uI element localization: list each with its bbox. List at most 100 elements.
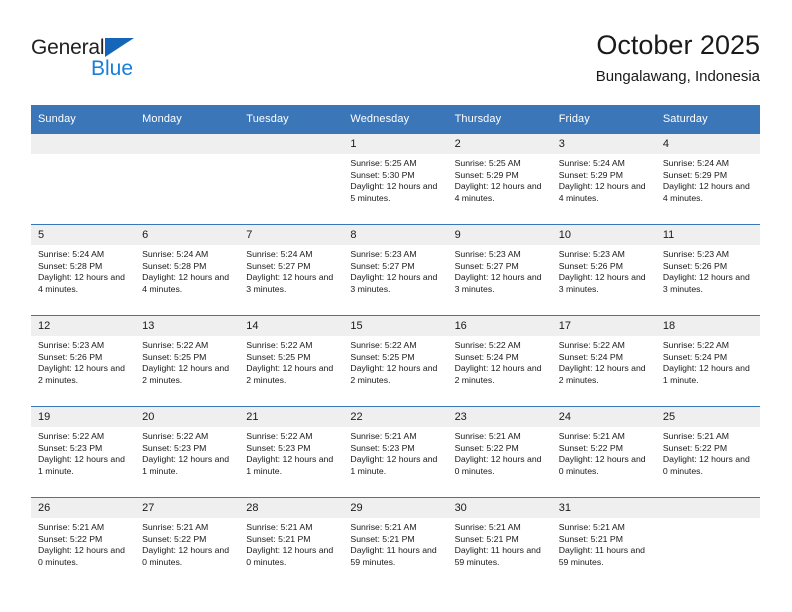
day-details: Sunrise: 5:22 AM Sunset: 5:24 PM Daylight:…	[656, 336, 760, 386]
day-details: Sunrise: 5:21 AM Sunset: 5:22 PM Daylight:…	[135, 518, 239, 568]
day-number: 31	[551, 498, 656, 518]
calendar-header-row: Sunday Monday Tuesday Wednesday Thursday…	[31, 105, 760, 134]
calendar-day-cell[interactable]: 21 Sunrise: 5:22 AM Sunset: 5:23 PM Dayligh…	[239, 406, 344, 498]
calendar-day-cell[interactable]: 14 Sunrise: 5:22 AM Sunset: 5:25 PM Dayligh…	[239, 315, 344, 407]
weekday-header-monday: Monday	[135, 105, 240, 134]
calendar-day-cell[interactable]: 30 Sunrise: 5:21 AM Sunset: 5:21 PM Dayligh…	[447, 497, 552, 588]
day-number: 16	[447, 316, 552, 336]
day-details: Sunrise: 5:21 AM Sunset: 5:22 PM Daylight:…	[656, 427, 760, 477]
sunset-text: Sunset: 5:26 PM	[38, 351, 103, 362]
weekday-header-thursday: Thursday	[447, 105, 552, 134]
daylight-text: Daylight: 12 hours and 1 minute.	[246, 454, 334, 476]
sunrise-text: Sunrise: 5:23 AM	[558, 249, 625, 259]
calendar-day-cell[interactable]: 20 Sunrise: 5:22 AM Sunset: 5:23 PM Dayligh…	[135, 406, 240, 498]
calendar-day-cell[interactable]: 22 Sunrise: 5:21 AM Sunset: 5:23 PM Dayligh…	[343, 406, 448, 498]
day-details: Sunrise: 5:22 AM Sunset: 5:23 PM Daylight:…	[239, 427, 343, 477]
daylight-text: Daylight: 12 hours and 0 minutes.	[246, 545, 334, 567]
day-details: Sunrise: 5:22 AM Sunset: 5:25 PM Daylight:…	[343, 336, 447, 386]
calendar-day-cell[interactable]: 16 Sunrise: 5:22 AM Sunset: 5:24 PM Dayligh…	[447, 315, 552, 407]
day-number: 22	[343, 407, 448, 427]
calendar-day-cell[interactable]: 27 Sunrise: 5:21 AM Sunset: 5:22 PM Dayligh…	[135, 497, 240, 588]
sunrise-text: Sunrise: 5:22 AM	[350, 340, 417, 350]
sunrise-text: Sunrise: 5:22 AM	[38, 431, 105, 441]
daylight-text: Daylight: 12 hours and 4 minutes.	[558, 181, 646, 203]
day-details: Sunrise: 5:21 AM Sunset: 5:22 PM Daylight:…	[31, 518, 135, 568]
calendar-week-row: 1 Sunrise: 5:25 AM Sunset: 5:30 PM Daylight…	[31, 133, 760, 225]
weekday-header-sunday: Sunday	[31, 105, 136, 134]
calendar-day-cell[interactable]: 7 Sunrise: 5:24 AM Sunset: 5:27 PM Daylight…	[239, 224, 344, 316]
sunrise-text: Sunrise: 5:21 AM	[454, 522, 521, 532]
sunrise-text: Sunrise: 5:22 AM	[142, 431, 209, 441]
calendar-day-cell[interactable]: 26 Sunrise: 5:21 AM Sunset: 5:22 PM Dayligh…	[31, 497, 136, 588]
sunrise-text: Sunrise: 5:23 AM	[662, 249, 730, 259]
calendar-day-cell[interactable]: 1 Sunrise: 5:25 AM Sunset: 5:30 PM Daylight…	[343, 133, 448, 225]
calendar-day-cell[interactable]: 10 Sunrise: 5:23 AM Sunset: 5:26 PM Dayligh…	[551, 224, 656, 316]
day-details: Sunrise: 5:24 AM Sunset: 5:28 PM Daylight:…	[135, 245, 239, 295]
general-blue-logo[interactable]: General Blue	[31, 36, 231, 92]
calendar-day-cell[interactable]: 23 Sunrise: 5:21 AM Sunset: 5:22 PM Dayligh…	[447, 406, 552, 498]
page-subtitle: Bungalawang, Indonesia	[595, 68, 760, 85]
day-number: 21	[239, 407, 344, 427]
day-number: 7	[239, 225, 344, 245]
calendar-day-cell[interactable]: 29 Sunrise: 5:21 AM Sunset: 5:21 PM Dayligh…	[343, 497, 448, 588]
daylight-text: Daylight: 12 hours and 0 minutes.	[38, 545, 125, 567]
daylight-text: Daylight: 12 hours and 4 minutes.	[38, 272, 125, 294]
sunrise-text: Sunrise: 5:21 AM	[142, 522, 209, 532]
calendar-day-cell[interactable]: 28 Sunrise: 5:21 AM Sunset: 5:21 PM Dayligh…	[239, 497, 344, 588]
calendar-day-cell[interactable]: 5 Sunrise: 5:24 AM Sunset: 5:28 PM Daylight…	[31, 224, 136, 316]
day-number	[31, 134, 136, 154]
calendar-day-cell[interactable]: 17 Sunrise: 5:22 AM Sunset: 5:24 PM Dayligh…	[551, 315, 656, 407]
daylight-text: Daylight: 11 hours and 59 minutes.	[350, 545, 437, 567]
day-number: 5	[31, 225, 136, 245]
page-title: October 2025	[596, 30, 760, 60]
day-details: Sunrise: 5:24 AM Sunset: 5:29 PM Daylight:…	[656, 154, 760, 204]
daylight-text: Daylight: 12 hours and 2 minutes.	[454, 363, 542, 385]
day-details: Sunrise: 5:22 AM Sunset: 5:24 PM Daylight:…	[448, 336, 552, 386]
calendar-day-cell[interactable]: 18 Sunrise: 5:22 AM Sunset: 5:24 PM Dayligh…	[655, 315, 760, 407]
day-details: Sunrise: 5:23 AM Sunset: 5:26 PM Daylight:…	[656, 245, 760, 295]
calendar-day-cell[interactable]: 15 Sunrise: 5:22 AM Sunset: 5:25 PM Dayligh…	[343, 315, 448, 407]
day-details: Sunrise: 5:21 AM Sunset: 5:21 PM Daylight:…	[239, 518, 343, 568]
daylight-text: Daylight: 11 hours and 59 minutes.	[454, 545, 541, 567]
calendar-day-cell[interactable]: 8 Sunrise: 5:23 AM Sunset: 5:27 PM Daylight…	[343, 224, 448, 316]
day-number: 29	[343, 498, 448, 518]
calendar-day-cell[interactable]: 9 Sunrise: 5:23 AM Sunset: 5:27 PM Daylight…	[447, 224, 552, 316]
logo-text-blue: Blue	[91, 57, 134, 80]
calendar-day-cell[interactable]: 12 Sunrise: 5:23 AM Sunset: 5:26 PM Dayligh…	[31, 315, 136, 407]
daylight-text: Daylight: 12 hours and 3 minutes.	[558, 272, 646, 294]
calendar-day-cell[interactable]: 6 Sunrise: 5:24 AM Sunset: 5:28 PM Daylight…	[135, 224, 240, 316]
calendar-day-cell[interactable]: 4 Sunrise: 5:24 AM Sunset: 5:29 PM Daylight…	[655, 133, 760, 225]
calendar-day-cell[interactable]: 25 Sunrise: 5:21 AM Sunset: 5:22 PM Dayligh…	[655, 406, 760, 498]
calendar-day-cell[interactable]: 24 Sunrise: 5:21 AM Sunset: 5:22 PM Dayligh…	[551, 406, 656, 498]
day-number: 9	[447, 225, 552, 245]
sunset-text: Sunset: 5:27 PM	[350, 260, 415, 271]
sunset-text: Sunset: 5:30 PM	[350, 169, 415, 180]
day-number: 30	[447, 498, 552, 518]
day-number: 3	[551, 134, 656, 154]
daylight-text: Daylight: 12 hours and 3 minutes.	[454, 272, 542, 294]
calendar-day-cell[interactable]: 2 Sunrise: 5:25 AM Sunset: 5:29 PM Daylight…	[447, 133, 552, 225]
sunrise-text: Sunrise: 5:24 AM	[38, 249, 105, 259]
calendar-week-row: 12 Sunrise: 5:23 AM Sunset: 5:26 PM Dayligh…	[31, 315, 760, 407]
calendar-day-cell-empty	[239, 133, 344, 225]
weekday-header-friday: Friday	[551, 105, 656, 134]
sunset-text: Sunset: 5:29 PM	[558, 169, 623, 180]
calendar-day-cell[interactable]: 11 Sunrise: 5:23 AM Sunset: 5:26 PM Dayligh…	[655, 224, 760, 316]
sunrise-text: Sunrise: 5:22 AM	[454, 340, 521, 350]
calendar-day-cell[interactable]: 13 Sunrise: 5:22 AM Sunset: 5:25 PM Dayligh…	[135, 315, 240, 407]
sunset-text: Sunset: 5:24 PM	[558, 351, 623, 362]
sunrise-text: Sunrise: 5:22 AM	[246, 431, 313, 441]
daylight-text: Daylight: 12 hours and 3 minutes.	[662, 272, 750, 294]
daylight-text: Daylight: 12 hours and 0 minutes.	[454, 454, 542, 476]
sunrise-text: Sunrise: 5:23 AM	[38, 340, 105, 350]
sunset-text: Sunset: 5:25 PM	[142, 351, 207, 362]
calendar-day-cell[interactable]: 31 Sunrise: 5:21 AM Sunset: 5:21 PM Dayligh…	[551, 497, 656, 588]
day-number: 20	[135, 407, 240, 427]
day-number: 6	[135, 225, 240, 245]
day-number: 8	[343, 225, 448, 245]
calendar-day-cell[interactable]: 3 Sunrise: 5:24 AM Sunset: 5:29 PM Daylight…	[551, 133, 656, 225]
sunrise-text: Sunrise: 5:23 AM	[350, 249, 417, 259]
daylight-text: Daylight: 12 hours and 0 minutes.	[142, 545, 230, 567]
calendar-day-cell[interactable]: 19 Sunrise: 5:22 AM Sunset: 5:23 PM Dayligh…	[31, 406, 136, 498]
daylight-text: Daylight: 12 hours and 4 minutes.	[662, 181, 750, 203]
